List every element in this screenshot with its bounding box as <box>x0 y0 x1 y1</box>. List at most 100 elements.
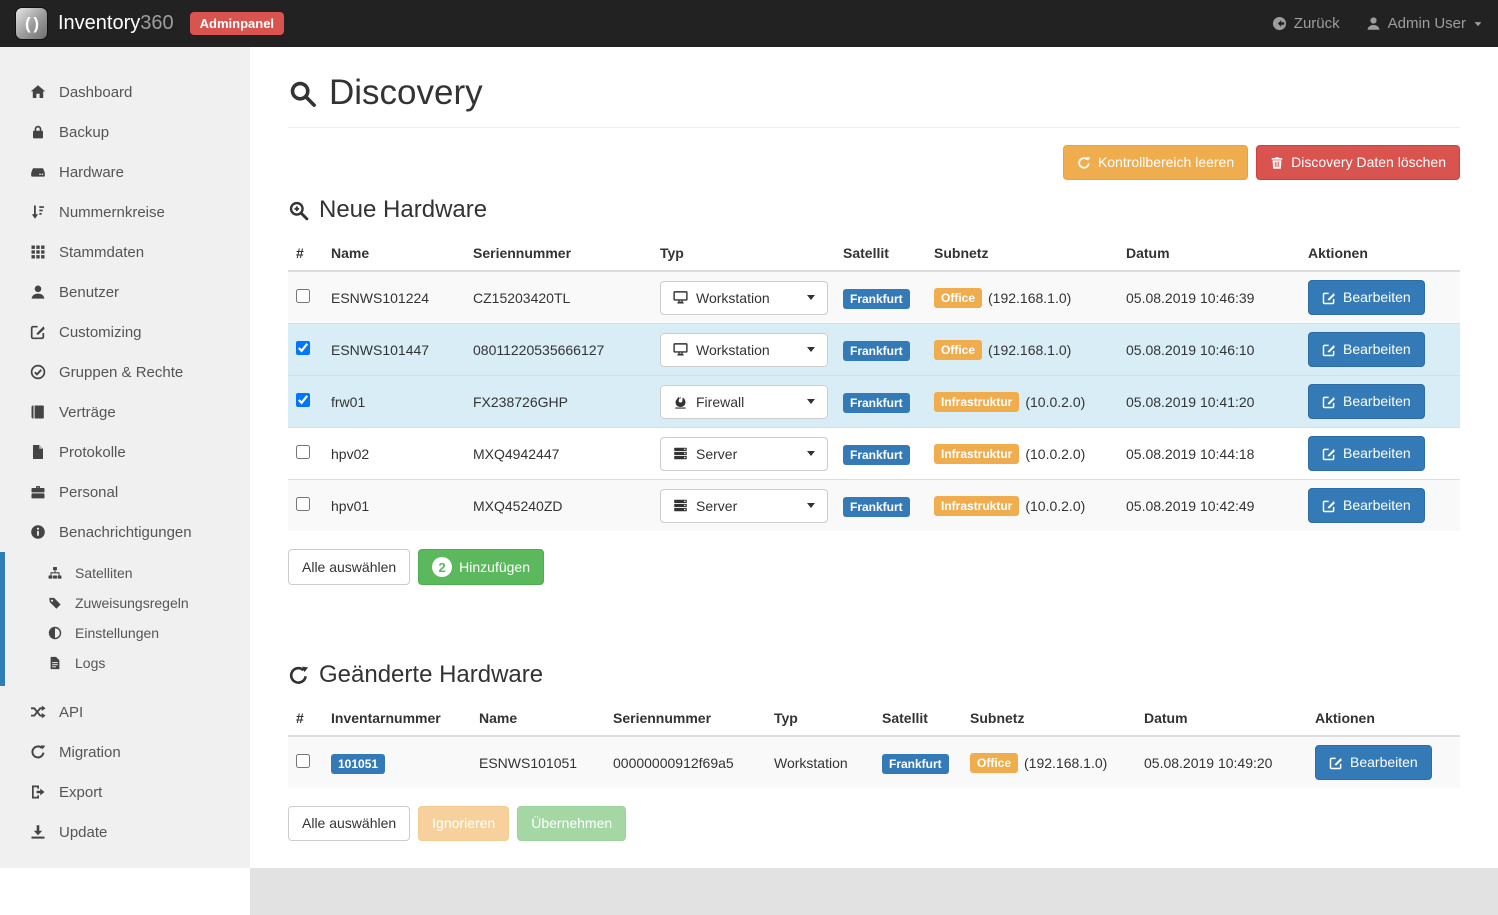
subnet-cell: Office(192.168.1.0) <box>970 753 1128 773</box>
subnet-address: (10.0.2.0) <box>1025 446 1085 462</box>
sidebar-item-backup[interactable]: Backup <box>0 112 250 152</box>
delete-discovery-data-button[interactable]: Discovery Daten löschen <box>1256 145 1460 180</box>
user-icon <box>30 284 46 300</box>
row-checkbox[interactable] <box>296 445 310 459</box>
row-checkbox[interactable] <box>296 289 310 303</box>
column-header: Name <box>323 236 465 271</box>
ignore-button[interactable]: Ignorieren <box>418 806 509 841</box>
sidebar-item-satelliten[interactable]: Satelliten <box>5 558 250 588</box>
adjust-icon <box>48 626 62 640</box>
edit-icon <box>1322 395 1336 409</box>
row-checkbox[interactable] <box>296 754 310 768</box>
edit-button[interactable]: Bearbeiten <box>1315 745 1432 780</box>
table-row: hpv02MXQ4942447ServerFrankfurtInfrastruk… <box>288 428 1460 480</box>
sidebar-item-logs[interactable]: Logs <box>5 648 250 678</box>
apply-button[interactable]: Übernehmen <box>517 806 626 841</box>
type-select-value: Server <box>696 446 737 462</box>
changed-hardware-table: # Inventarnummer Name Seriennummer Typ S… <box>288 701 1460 788</box>
grid-icon <box>30 244 46 260</box>
column-header: Datum <box>1136 701 1307 736</box>
edit-button[interactable]: Bearbeiten <box>1308 488 1425 523</box>
sidebar-item-migration[interactable]: Migration <box>0 732 250 772</box>
sitemap-icon <box>48 566 62 580</box>
subnet-address: (192.168.1.0) <box>988 342 1071 358</box>
sidebar-item-label: Nummernkreise <box>59 204 165 221</box>
add-button[interactable]: 2 Hinzufügen <box>418 549 544 585</box>
sidebar-item-zuweisungsregeln[interactable]: Zuweisungsregeln <box>5 588 250 618</box>
back-link[interactable]: Zurück <box>1272 15 1340 32</box>
edit-button-label: Bearbeiten <box>1343 496 1411 515</box>
row-checkbox[interactable] <box>296 497 310 511</box>
sidebar-item-hardware[interactable]: Hardware <box>0 152 250 192</box>
brand-title: Inventory360 <box>58 12 174 35</box>
sidebar-item-label: Update <box>59 824 107 841</box>
sidebar-item-nummernkreise[interactable]: Nummernkreise <box>0 192 250 232</box>
sidebar-item-benutzer[interactable]: Benutzer <box>0 272 250 312</box>
sidebar-item-label: Export <box>59 784 102 801</box>
sidebar-item-customizing[interactable]: Customizing <box>0 312 250 352</box>
row-checkbox[interactable] <box>296 393 310 407</box>
changed-hardware-title-label: Geänderte Hardware <box>319 661 543 689</box>
edit-button[interactable]: Bearbeiten <box>1308 436 1425 471</box>
satellite-badge: Frankfurt <box>843 289 910 309</box>
user-label: Admin User <box>1388 15 1466 32</box>
desktop-icon <box>673 342 688 357</box>
subnet-address: (10.0.2.0) <box>1025 394 1085 410</box>
type-select-value: Firewall <box>696 394 744 410</box>
sidebar-item-protokolle[interactable]: Protokolle <box>0 432 250 472</box>
subnet-badge: Infrastruktur <box>934 444 1019 464</box>
delete-discovery-data-label: Discovery Daten löschen <box>1291 153 1446 172</box>
satellite-badge: Frankfurt <box>882 754 949 774</box>
download-icon <box>30 824 46 840</box>
brand-suffix: 360 <box>140 12 173 34</box>
brand[interactable]: ( ) Inventory360 Adminpanel <box>15 7 284 40</box>
desktop-icon <box>673 290 688 305</box>
subnet-badge: Office <box>970 753 1018 773</box>
type-select[interactable]: Server <box>660 437 828 471</box>
type-select[interactable]: Server <box>660 489 828 523</box>
serial-number: CZ15203420TL <box>473 290 570 306</box>
book-icon <box>30 404 46 420</box>
type-select[interactable]: Firewall <box>660 385 828 419</box>
sidebar-item-export[interactable]: Export <box>0 772 250 812</box>
circle-arrow-left-icon <box>1272 16 1287 31</box>
select-all-button[interactable]: Alle auswählen <box>288 549 410 585</box>
sidebar-item-benachrichtigungen[interactable]: Benachrichtigungen <box>0 512 250 552</box>
sidebar-item-gruppen-rechte[interactable]: Gruppen & Rechte <box>0 352 250 392</box>
column-header: # <box>288 701 323 736</box>
column-header: Satellit <box>874 701 962 736</box>
edit-icon <box>1322 291 1336 305</box>
hardware-name: ESNWS101051 <box>479 755 577 771</box>
sidebar-item-einstellungen[interactable]: Einstellungen <box>5 618 250 648</box>
subnet-badge: Infrastruktur <box>934 496 1019 516</box>
type-select[interactable]: Workstation <box>660 333 828 367</box>
row-checkbox[interactable] <box>296 341 310 355</box>
edit-button[interactable]: Bearbeiten <box>1308 332 1425 367</box>
select-all-button[interactable]: Alle auswählen <box>288 806 410 841</box>
back-label: Zurück <box>1294 15 1340 32</box>
sidebar-item-api[interactable]: API <box>0 692 250 732</box>
sidebar-item-update[interactable]: Update <box>0 812 250 852</box>
lock-icon <box>30 124 46 140</box>
sidebar-item-personal[interactable]: Personal <box>0 472 250 512</box>
caret-down-icon <box>807 503 815 508</box>
edit-button[interactable]: Bearbeiten <box>1308 280 1425 315</box>
sidebar-item-vertr-ge[interactable]: Verträge <box>0 392 250 432</box>
type-select-value: Workstation <box>696 342 770 358</box>
clear-control-button[interactable]: Kontrollbereich leeren <box>1063 145 1248 180</box>
sidebar-item-label: Verträge <box>59 404 116 421</box>
column-header: Inventarnummer <box>323 701 471 736</box>
fire-icon <box>673 394 688 409</box>
type-select[interactable]: Workstation <box>660 281 828 315</box>
discovery-date: 05.08.2019 10:44:18 <box>1126 446 1254 462</box>
column-header: Aktionen <box>1307 701 1460 736</box>
satellite-badge: Frankfurt <box>843 445 910 465</box>
sidebar-item-stammdaten[interactable]: Stammdaten <box>0 232 250 272</box>
caret-down-icon <box>807 451 815 456</box>
edit-button[interactable]: Bearbeiten <box>1308 384 1425 419</box>
user-menu[interactable]: Admin User <box>1366 15 1483 32</box>
sidebar-item-dashboard[interactable]: Dashboard <box>0 72 250 112</box>
table-row: frw01FX238726GHPFirewallFrankfurtInfrast… <box>288 376 1460 428</box>
server-icon <box>673 498 688 513</box>
new-hardware-header-row: # Name Seriennummer Typ Satellit Subnetz… <box>288 236 1460 271</box>
